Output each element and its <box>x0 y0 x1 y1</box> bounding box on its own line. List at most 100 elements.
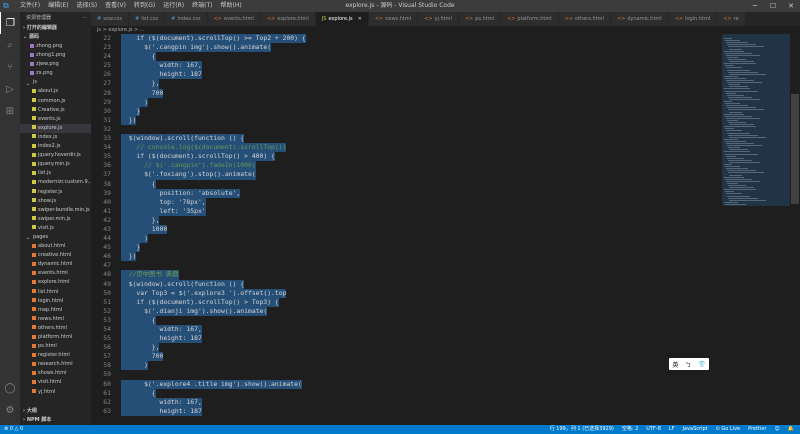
menu-item[interactable]: 选择(S) <box>73 0 102 12</box>
editor-tab[interactable]: JS explore.js ✕ <box>315 12 369 26</box>
tree-file[interactable]: swiper-bundle.min.js <box>20 206 91 215</box>
tree-file[interactable]: shows.html <box>20 369 91 378</box>
tree-file[interactable]: ps.html <box>20 342 91 351</box>
tree-file[interactable]: platform.html <box>20 333 91 342</box>
code-text: }) <box>121 252 137 262</box>
menu-item[interactable]: 运行(R) <box>159 0 188 12</box>
ime-lang-toggle[interactable]: 英 <box>672 360 678 369</box>
go-live-button[interactable]: ⊙ Go Live <box>716 425 741 434</box>
account-icon[interactable]: ◯ <box>0 377 20 399</box>
scrollbar-thumb[interactable] <box>791 94 799 204</box>
editor-tab[interactable]: <> news.html <box>368 12 419 26</box>
tree-file[interactable]: map.html <box>20 306 91 315</box>
run-debug-icon[interactable]: ▷ <box>0 78 20 100</box>
editor-tab[interactable]: <> explore.html <box>260 12 316 26</box>
npm-scripts-section[interactable]: › NPM 脚本 <box>20 416 91 425</box>
editor-tab[interactable]: # sow.css <box>91 12 130 26</box>
tree-file[interactable]: creative.html <box>20 251 91 260</box>
tree-file[interactable]: jquery.min.js <box>20 160 91 169</box>
notifications-icon[interactable]: 🔔 <box>788 425 794 434</box>
editor-tab[interactable]: <> yj.html <box>418 12 459 26</box>
tree-file[interactable]: events.html <box>20 269 91 278</box>
end-of-line[interactable]: LF <box>669 425 675 434</box>
search-icon[interactable]: ⌕ <box>0 34 20 56</box>
tree-file[interactable]: index2.js <box>20 142 91 151</box>
tree-file[interactable]: modernizr.custom.9... <box>20 178 91 187</box>
menu-item[interactable]: 终端(T) <box>188 0 216 12</box>
tree-file[interactable]: Creative.js <box>20 106 91 115</box>
tree-file[interactable]: list.js <box>20 169 91 178</box>
tree-file[interactable]: research.html <box>20 360 91 369</box>
settings-gear-icon[interactable]: ⚙ <box>0 399 20 421</box>
tree-file[interactable]: jquery.hoverdir.js <box>20 151 91 160</box>
minimize-icon[interactable]: ─ <box>746 0 764 12</box>
source-control-icon[interactable]: ⑂ <box>0 56 20 78</box>
feedback-icon[interactable]: ☺ <box>775 425 780 434</box>
editor-tab[interactable]: <> events.html <box>207 12 261 26</box>
tree-file[interactable]: explore.html <box>20 278 91 287</box>
editor-scrollbar[interactable] <box>790 34 800 425</box>
tree-file[interactable]: register.js <box>20 188 91 197</box>
tree-file[interactable]: news.html <box>20 315 91 324</box>
tree-file[interactable]: visit.html <box>20 378 91 387</box>
menu-item[interactable]: 转到(G) <box>130 0 159 12</box>
editor-tab[interactable]: # index.css <box>165 12 208 26</box>
prettier-status[interactable]: Prettier <box>748 425 766 434</box>
tree-file[interactable]: explore.js <box>20 123 91 133</box>
tree-file[interactable]: common.js <box>20 97 91 106</box>
cursor-position[interactable]: 行 199，列 1 (已选择3929) <box>550 425 614 434</box>
tree-file[interactable]: others.html <box>20 324 91 333</box>
language-mode[interactable]: JavaScript <box>683 425 708 434</box>
minimap[interactable] <box>722 34 790 425</box>
editor-tab[interactable]: <> re <box>717 12 746 26</box>
indentation[interactable]: 空格: 2 <box>622 425 638 434</box>
tree-file[interactable]: show.js <box>20 197 91 206</box>
tree-file[interactable]: zhong.png <box>20 42 91 51</box>
tree-folder[interactable]: ⌄ js <box>20 78 91 87</box>
minimap-line <box>724 138 738 140</box>
line-number: 34 <box>103 143 111 152</box>
tree-file[interactable]: register.html <box>20 351 91 360</box>
tree-folder[interactable]: ⌄ pages <box>20 233 91 242</box>
tree-file[interactable]: yj.html <box>20 388 91 397</box>
menu-item[interactable]: 查看(V) <box>101 0 130 12</box>
tree-file[interactable]: zhong1.png <box>20 51 91 60</box>
extensions-icon[interactable]: ⊞ <box>0 100 20 122</box>
tree-file[interactable]: about.js <box>20 87 91 96</box>
editor-tab[interactable]: <> login.html <box>668 12 718 26</box>
editor-tab[interactable]: <> others.html <box>558 12 611 26</box>
tree-file[interactable]: swiper.min.js <box>20 215 91 224</box>
folder-section[interactable]: ⌄ 源码 <box>20 33 91 42</box>
file-type-icon <box>32 189 36 193</box>
menu-item[interactable]: 文件(F) <box>16 0 44 12</box>
problems-indicator[interactable]: ⊗ 0 △ 0 <box>4 425 23 434</box>
close-icon[interactable]: ✕ <box>782 0 800 12</box>
tree-file[interactable]: zx.png <box>20 69 91 78</box>
outline-section[interactable]: › 大纲 <box>20 407 91 416</box>
more-actions-icon[interactable]: ··· <box>82 12 87 24</box>
tree-file[interactable]: list.html <box>20 288 91 297</box>
menu-item[interactable]: 编辑(E) <box>44 0 72 12</box>
ime-mode-toggle[interactable]: ㄅ <box>685 360 691 369</box>
tree-file[interactable]: about.html <box>20 242 91 251</box>
editor-tab[interactable]: <> platform.html <box>501 12 559 26</box>
editor-tab[interactable]: # list.css <box>129 12 166 26</box>
tree-file[interactable]: login.html <box>20 297 91 306</box>
tree-file[interactable]: dynamic.html <box>20 260 91 269</box>
ime-skin-icon[interactable]: 👕 <box>698 361 705 368</box>
minimap-line <box>728 134 758 136</box>
tree-file[interactable]: zjww.png <box>20 60 91 69</box>
encoding[interactable]: UTF-8 <box>646 425 661 434</box>
maximize-icon[interactable]: ☐ <box>764 0 782 12</box>
ime-toolbar[interactable]: 英 ㄅ 👕 <box>669 358 709 370</box>
tree-file[interactable]: events.js <box>20 115 91 124</box>
breadcrumb[interactable]: js > explore.js > ... <box>91 26 800 34</box>
editor-tab[interactable]: <> dynamic.html <box>610 12 669 26</box>
editor-tab[interactable]: <> ps.html <box>458 12 502 26</box>
explorer-icon[interactable]: ❐ <box>0 12 20 34</box>
open-editors-section[interactable]: › 打开的编辑器 <box>20 24 91 33</box>
tree-file[interactable]: visit.js <box>20 224 91 233</box>
close-tab-icon[interactable]: ✕ <box>358 16 362 22</box>
tree-file[interactable]: index.js <box>20 133 91 142</box>
menu-item[interactable]: 帮助(H) <box>216 0 245 12</box>
